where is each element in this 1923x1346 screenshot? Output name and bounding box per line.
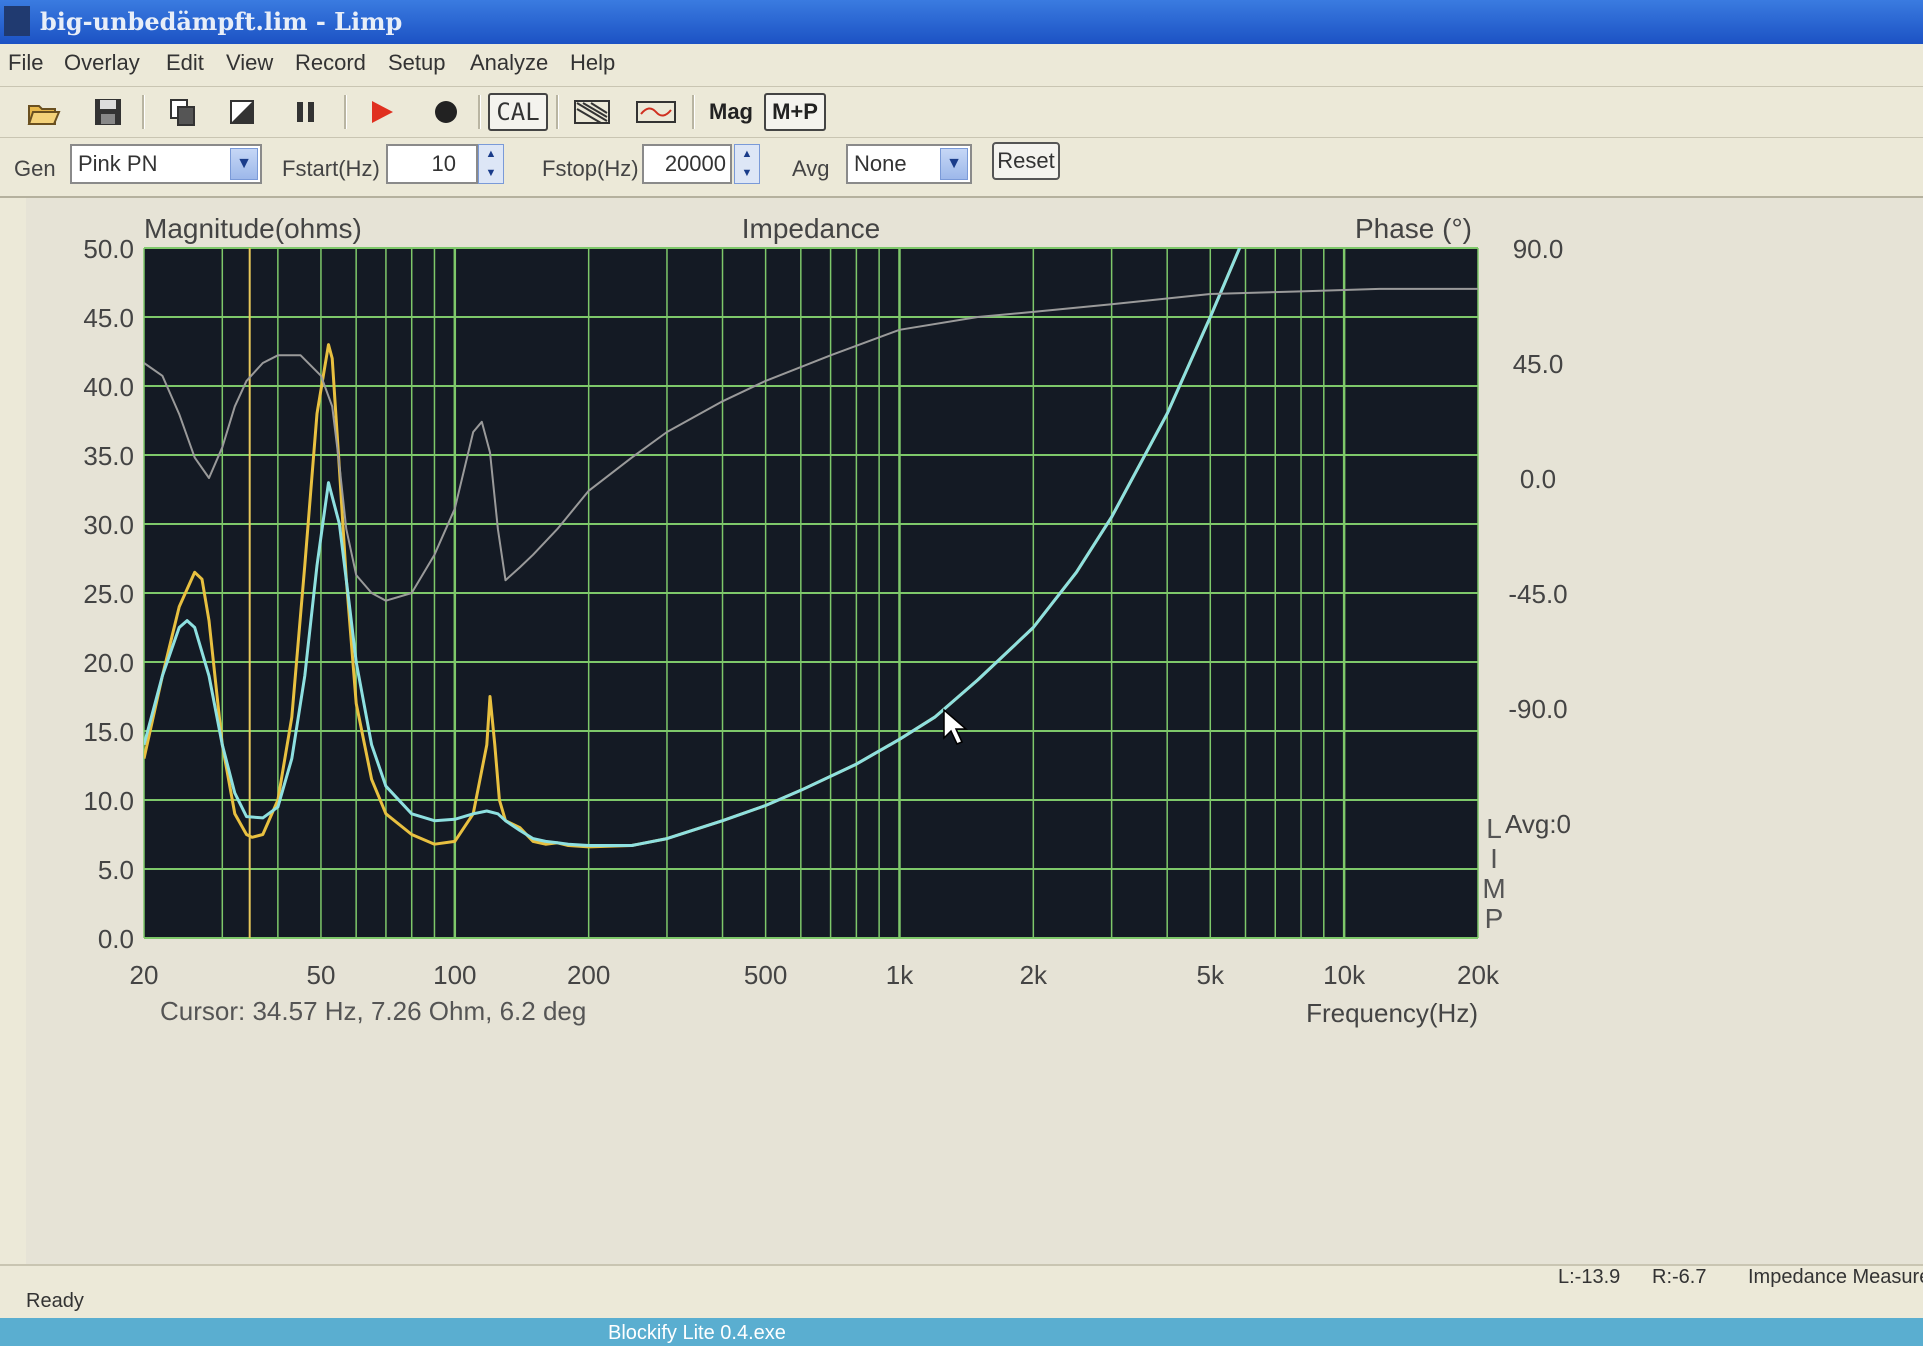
menu-record[interactable]: Record <box>295 50 366 76</box>
menu-file[interactable]: File <box>8 50 43 76</box>
avg-label: Avg:0 <box>1505 809 1571 839</box>
mode-indicator: Impedance Measure <box>1748 1266 1923 1288</box>
left-tick-label: 15.0 <box>83 717 134 747</box>
filter-icon[interactable] <box>570 93 614 131</box>
gen-label: Gen <box>14 156 56 181</box>
gen-select-value: Pink PN <box>78 151 158 176</box>
mp-button[interactable]: M+P <box>764 93 826 131</box>
impedance-chart[interactable]: 50.0 45.0 40.0 35.0 30.0 25.0 20.0 15.0 10.0 5.0 0… <box>26 198 1923 1264</box>
fstop-input[interactable]: 20000 <box>642 144 732 184</box>
left-tick-label: 25.0 <box>83 579 134 609</box>
mag-button[interactable]: Mag <box>702 93 760 131</box>
copy-icon[interactable] <box>160 93 204 131</box>
x-tick-label: 10k <box>1323 960 1366 990</box>
left-tick-label: 0.0 <box>98 924 134 954</box>
menu-view[interactable]: View <box>226 50 273 76</box>
toolbar-separator <box>692 95 695 129</box>
app-window: big-unbedämpft.lim - Limp File Overlay E… <box>0 0 1923 1318</box>
avg-select[interactable]: None ▼ <box>846 144 972 184</box>
fstop-value: 20000 <box>664 151 726 176</box>
right-tick-label: -90.0 <box>1508 694 1567 724</box>
save-icon[interactable] <box>86 93 130 131</box>
app-icon <box>4 6 30 36</box>
y-axis-label: Magnitude(ohms) <box>144 213 362 244</box>
menu-analyze[interactable]: Analyze <box>470 50 548 76</box>
right-tick-label: 90.0 <box>1513 234 1564 264</box>
window-title: big-unbedämpft.lim - Limp <box>40 7 403 36</box>
chevron-down-icon[interactable]: ▼ <box>230 148 258 180</box>
status-bar: Ready L:-13.9 R:-6.7 Impedance Measure <box>0 1264 1923 1318</box>
open-folder-icon[interactable] <box>22 93 66 131</box>
toolbar-separator <box>556 95 559 129</box>
taskbar: Blockify Lite 0.4.exe <box>0 1318 1923 1346</box>
avg-label: Avg <box>792 156 830 181</box>
x-tick-label: 5k <box>1197 960 1225 990</box>
brand-letter: L <box>1486 813 1502 844</box>
toolbar-separator <box>478 95 481 129</box>
brand-letter: P <box>1485 903 1504 934</box>
menu-setup[interactable]: Setup <box>388 50 446 76</box>
reset-button[interactable]: Reset <box>992 142 1060 180</box>
fstop-stepper[interactable]: ▲ ▼ <box>734 144 760 184</box>
status-ready: Ready <box>26 1290 84 1312</box>
brand-letter: M <box>1482 873 1505 904</box>
brand-letter: I <box>1490 843 1498 874</box>
chart-title: Impedance <box>742 213 881 244</box>
fstop-label: Fstop(Hz) <box>542 156 639 181</box>
x-axis-label: Frequency(Hz) <box>1306 998 1478 1028</box>
toolbar-separator <box>142 95 145 129</box>
left-tick-label: 45.0 <box>83 303 134 333</box>
menu-overlay[interactable]: Overlay <box>64 50 140 76</box>
pause-icon[interactable] <box>284 93 328 131</box>
fstart-stepper[interactable]: ▲ ▼ <box>478 144 504 184</box>
play-icon[interactable] <box>360 93 404 131</box>
toolbar: CAL Mag M+P <box>0 87 1923 138</box>
left-tick-label: 20.0 <box>83 648 134 678</box>
avg-select-value: None <box>854 151 907 176</box>
calibrate-icon[interactable] <box>220 93 264 131</box>
menu-edit[interactable]: Edit <box>166 50 204 76</box>
x-tick-label: 2k <box>1020 960 1048 990</box>
left-tick-label: 10.0 <box>83 786 134 816</box>
x-tick-label: 20 <box>130 960 159 990</box>
menu-help[interactable]: Help <box>570 50 615 76</box>
right-tick-label: 45.0 <box>1513 349 1564 379</box>
generator-bar: Gen Pink PN ▼ Fstart(Hz) 10 ▲ ▼ Fstop(Hz)… <box>0 138 1923 198</box>
fstart-label: Fstart(Hz) <box>282 156 380 181</box>
cursor-readout: Cursor: 34.57 Hz, 7.26 Ohm, 6.2 deg <box>160 996 586 1026</box>
title-bar: big-unbedämpft.lim - Limp <box>0 0 1923 44</box>
plot-area: 50.0 45.0 40.0 35.0 30.0 25.0 20.0 15.0 10.0 5.0 0… <box>26 198 1923 1264</box>
toolbar-separator <box>344 95 347 129</box>
record-icon[interactable] <box>424 93 468 131</box>
level-right: R:-6.7 <box>1652 1266 1707 1288</box>
right-tick-label: 0.0 <box>1520 464 1556 494</box>
fstart-value: 10 <box>431 151 456 176</box>
chevron-down-icon[interactable]: ▼ <box>940 148 968 180</box>
x-tick-label: 20k <box>1457 960 1500 990</box>
left-tick-label: 40.0 <box>83 372 134 402</box>
menu-bar: File Overlay Edit View Record Setup Anal… <box>0 44 1923 87</box>
right-tick-label: -45.0 <box>1508 579 1567 609</box>
cal-button[interactable]: CAL <box>488 93 548 131</box>
left-tick-label: 30.0 <box>83 510 134 540</box>
x-tick-label: 100 <box>433 960 476 990</box>
x-tick-label: 50 <box>306 960 335 990</box>
left-tick-label: 5.0 <box>98 855 134 885</box>
x-tick-label: 500 <box>744 960 787 990</box>
fstart-input[interactable]: 10 <box>386 144 478 184</box>
waveform-icon[interactable] <box>632 93 680 131</box>
level-left: L:-13.9 <box>1558 1266 1621 1288</box>
left-tick-label: 50.0 <box>83 234 134 264</box>
y2-axis-label: Phase (°) <box>1355 213 1472 244</box>
taskbar-item[interactable]: Blockify Lite 0.4.exe <box>608 1322 786 1345</box>
x-tick-label: 200 <box>567 960 610 990</box>
x-tick-label: 1k <box>886 960 914 990</box>
gen-select[interactable]: Pink PN ▼ <box>70 144 262 184</box>
left-tick-label: 35.0 <box>83 441 134 471</box>
